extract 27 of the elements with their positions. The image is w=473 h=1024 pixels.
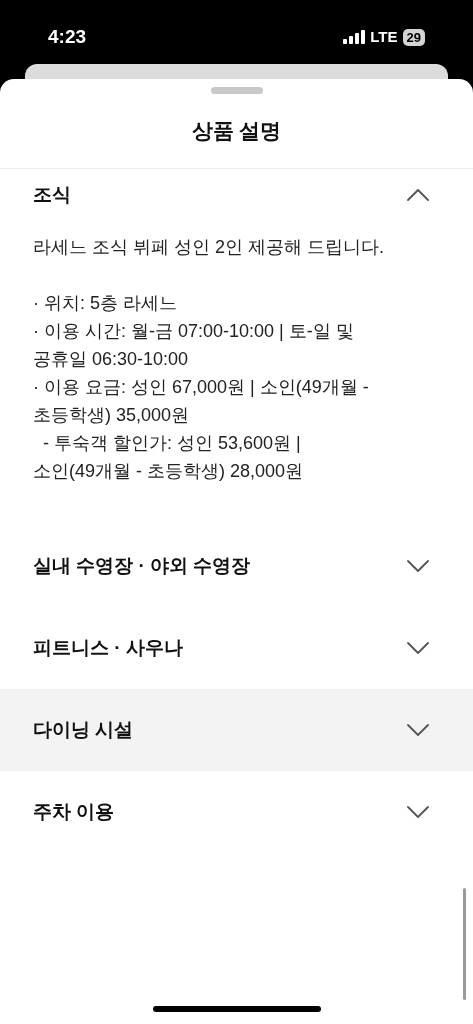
description-text: 초등학생) 35,000원 xyxy=(33,404,191,427)
section-title: 주차 이용 xyxy=(33,799,115,824)
section-title: 다이닝 시설 xyxy=(33,717,134,742)
battery-indicator: 29 xyxy=(402,28,425,46)
chevron-down-icon xyxy=(407,724,429,736)
accordion-header[interactable]: 다이닝 시설 xyxy=(0,689,473,771)
section-title: 조식 xyxy=(33,182,71,207)
section-title: 피트니스 · 사우나 xyxy=(33,635,183,660)
drag-handle[interactable] xyxy=(210,87,263,94)
network-label: LTE xyxy=(370,26,398,47)
status-time: 4:23 xyxy=(48,24,87,49)
section-title: 실내 수영장 · 야외 수영장 xyxy=(33,553,251,578)
signal-icon xyxy=(343,30,366,44)
chevron-down-icon xyxy=(407,560,429,572)
home-indicator[interactable] xyxy=(153,1006,321,1012)
chevron-down-icon xyxy=(407,642,429,654)
description-text: 라세느 조식 뷔페 성인 2인 제공해 드립니다. xyxy=(33,236,386,259)
description-text: · 이용 요금: 성인 67,000원 | 소인(49개월 - xyxy=(33,376,370,399)
description-text: - 투숙객 할인가: 성인 53,600원 | xyxy=(42,432,302,455)
description-text: 소인(49개월 - 초등학생) 28,000원 xyxy=(33,460,305,483)
sheet-title: 상품 설명 xyxy=(191,118,282,145)
chevron-up-icon xyxy=(407,189,429,201)
description-text: · 위치: 5층 라세느 xyxy=(33,292,178,315)
chevron-down-icon xyxy=(407,806,429,818)
description-text: 공휴일 06:30-10:00 xyxy=(33,348,190,371)
scrollbar[interactable] xyxy=(463,888,466,1000)
description-text: · 이용 시간: 월-금 07:00-10:00 | 토-일 및 xyxy=(33,320,355,343)
